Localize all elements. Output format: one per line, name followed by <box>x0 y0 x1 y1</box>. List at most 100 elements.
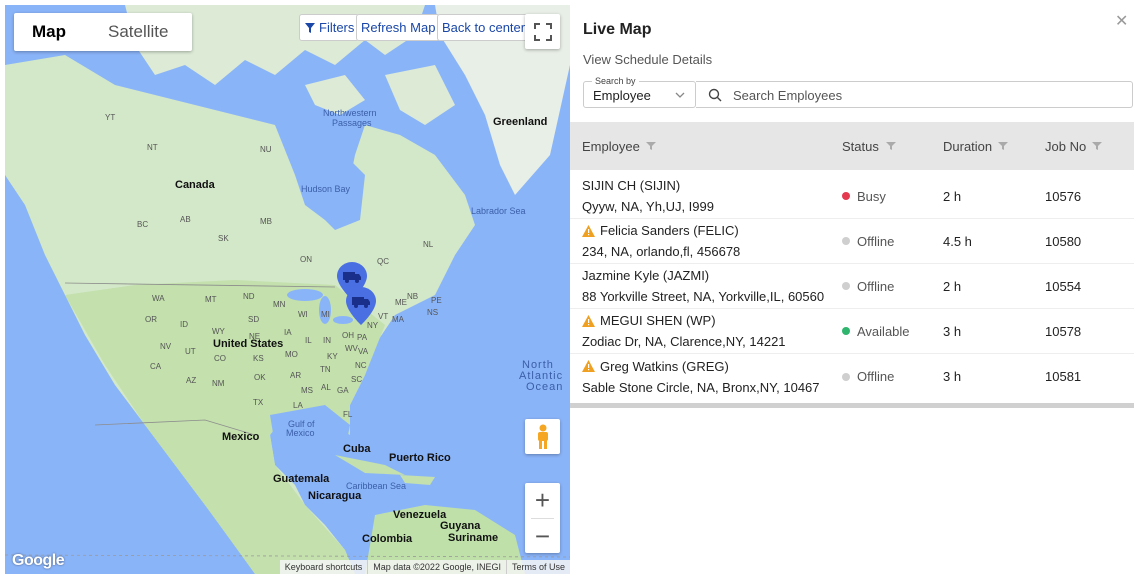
terms-of-use-link[interactable]: Terms of Use <box>505 560 570 574</box>
table-row[interactable]: Jazmine Kyle (JAZMI) 88 Yorkville Street… <box>570 264 1134 309</box>
street-view-button[interactable] <box>525 419 560 454</box>
duration-cell: 2 h <box>943 188 962 204</box>
map-label-sk: SK <box>218 234 229 243</box>
map-label-nm: NM <box>212 379 225 388</box>
view-schedule-details-link[interactable]: View Schedule Details <box>583 52 712 67</box>
map-label-wy: WY <box>212 327 225 336</box>
map-label-nu: NU <box>260 145 272 154</box>
map-label-qc: QC <box>377 257 389 266</box>
map-label-ocean-3: Ocean <box>526 381 564 393</box>
table-row[interactable]: SIJIN CH (SIJIN) Qyyw, NA, Yh,UJ, I999 B… <box>570 174 1134 219</box>
chevron-down-icon <box>675 92 685 98</box>
job-no-cell: 10580 <box>1045 233 1082 249</box>
duration-cell: 3 h <box>943 369 962 384</box>
col-status[interactable]: Status <box>830 139 930 154</box>
filters-label: Filters <box>319 20 355 35</box>
status-dot-icon <box>842 282 850 290</box>
warning-icon <box>582 224 595 237</box>
map-tiles[interactable] <box>5 5 570 574</box>
employee-address: Zodiac Dr, NA, Clarence,NY, 14221 <box>582 334 786 349</box>
filter-icon[interactable] <box>645 141 656 151</box>
fullscreen-button[interactable] <box>525 14 560 49</box>
filter-icon[interactable] <box>1092 141 1103 151</box>
job-no-cell: 10578 <box>1045 323 1082 339</box>
map-label-caribbean: Caribbean Sea <box>346 481 407 491</box>
map-label-ma: MA <box>392 315 404 324</box>
col-job-no[interactable]: Job No <box>1032 139 1132 154</box>
map-pin-icon <box>346 287 376 325</box>
search-by-label: Search by <box>592 76 639 86</box>
status-dot-icon <box>842 372 850 381</box>
map-label-in: IN <box>323 336 331 345</box>
status-cell: Offline <box>830 369 930 384</box>
search-employees-input[interactable] <box>733 86 1113 104</box>
employee-cell: MEGUI SHEN (WP) Zodiac Dr, NA, Clarence,… <box>570 313 830 349</box>
search-box <box>696 81 1133 108</box>
map-label-mexico: Mexico <box>222 431 260 443</box>
col-employee[interactable]: Employee <box>570 139 830 154</box>
search-by-select[interactable]: Search by Employee <box>583 76 696 108</box>
map-label-yt: YT <box>105 113 116 122</box>
search-by-value: Employee <box>593 88 651 103</box>
map-label-il: IL <box>305 336 312 345</box>
filter-icon[interactable] <box>998 141 1009 151</box>
map-label-nicaragua: Nicaragua <box>308 490 362 502</box>
map-label-wa: WA <box>152 294 165 303</box>
map-label-on: ON <box>300 255 312 264</box>
duration-cell: 3 h <box>943 323 962 339</box>
map-label-guatemala: Guatemala <box>273 473 330 485</box>
duration-cell: 4.5 h <box>943 233 972 249</box>
refresh-map-button[interactable]: Refresh Map <box>356 14 441 41</box>
map-label-az: AZ <box>186 376 197 385</box>
map-label-tn: TN <box>320 365 331 374</box>
map-label-nb: NB <box>407 292 419 301</box>
map-label-nl: NL <box>423 240 434 249</box>
table-row[interactable]: Felicia Sanders (FELIC) 234, NA, orlando… <box>570 219 1134 264</box>
col-employee-label: Employee <box>582 138 640 154</box>
map-label-ky: KY <box>327 352 338 361</box>
filter-icon <box>305 22 315 33</box>
close-icon[interactable]: ✕ <box>1115 11 1128 31</box>
map-label-labrador-sea: Labrador Sea <box>471 206 526 216</box>
map-type-satellite-button[interactable]: Satellite <box>84 13 192 51</box>
zoom-out-button[interactable]: − <box>525 519 560 554</box>
map-label-nd: ND <box>243 292 255 301</box>
employee-name: Jazmine Kyle (JAZMI) <box>582 268 710 283</box>
employee-name: Felicia Sanders (FELIC) <box>600 223 739 238</box>
map-label-ca: CA <box>150 362 162 371</box>
table-row[interactable]: Greg Watkins (GREG) Sable Stone Circle, … <box>570 354 1134 399</box>
map-label-co: CO <box>214 354 226 363</box>
map-label-me: ME <box>395 298 407 307</box>
map-label-ks: KS <box>253 354 264 363</box>
keyboard-shortcuts-link[interactable]: Keyboard shortcuts <box>280 560 368 574</box>
zoom-in-button[interactable]: + <box>525 483 560 518</box>
job-no-cell: 10576 <box>1045 188 1082 204</box>
map-label-oh: OH <box>342 331 354 340</box>
map-view[interactable]: Greenland Canada Hudson Bay Labrador Sea… <box>5 5 570 574</box>
col-duration[interactable]: Duration <box>930 139 1032 154</box>
status-cell: Offline <box>830 234 930 249</box>
map-label-ga: GA <box>337 386 349 395</box>
map-label-mo: MO <box>285 350 298 359</box>
filters-button[interactable]: Filters <box>299 14 360 41</box>
employee-cell: SIJIN CH (SIJIN) Qyyw, NA, Yh,UJ, I999 <box>570 178 830 214</box>
map-label-ok: OK <box>254 373 266 382</box>
map-label-cuba: Cuba <box>343 443 371 455</box>
map-label-nv: NV <box>160 342 172 351</box>
back-to-center-button[interactable]: Back to center <box>437 14 531 41</box>
panel-title: Live Map <box>583 21 652 38</box>
map-data-text: Map data ©2022 Google, INEGI <box>367 560 506 574</box>
truck-marker-2[interactable] <box>346 287 376 325</box>
status-cell: Offline <box>830 279 930 294</box>
map-type-map-button[interactable]: Map <box>14 13 84 51</box>
map-label-bc: BC <box>137 220 149 229</box>
map-label-sd: SD <box>248 315 260 324</box>
table-row[interactable]: MEGUI SHEN (WP) Zodiac Dr, NA, Clarence,… <box>570 309 1134 354</box>
map-label-wi: WI <box>298 310 308 319</box>
employee-name: MEGUI SHEN (WP) <box>600 313 716 328</box>
map-label-puerto-rico: Puerto Rico <box>389 452 451 464</box>
status-dot-icon <box>842 192 850 200</box>
employee-address: 88 Yorkville Street, NA, Yorkville,IL, 6… <box>582 289 825 304</box>
filter-icon[interactable] <box>885 141 896 151</box>
duration-cell: 2 h <box>943 278 962 294</box>
